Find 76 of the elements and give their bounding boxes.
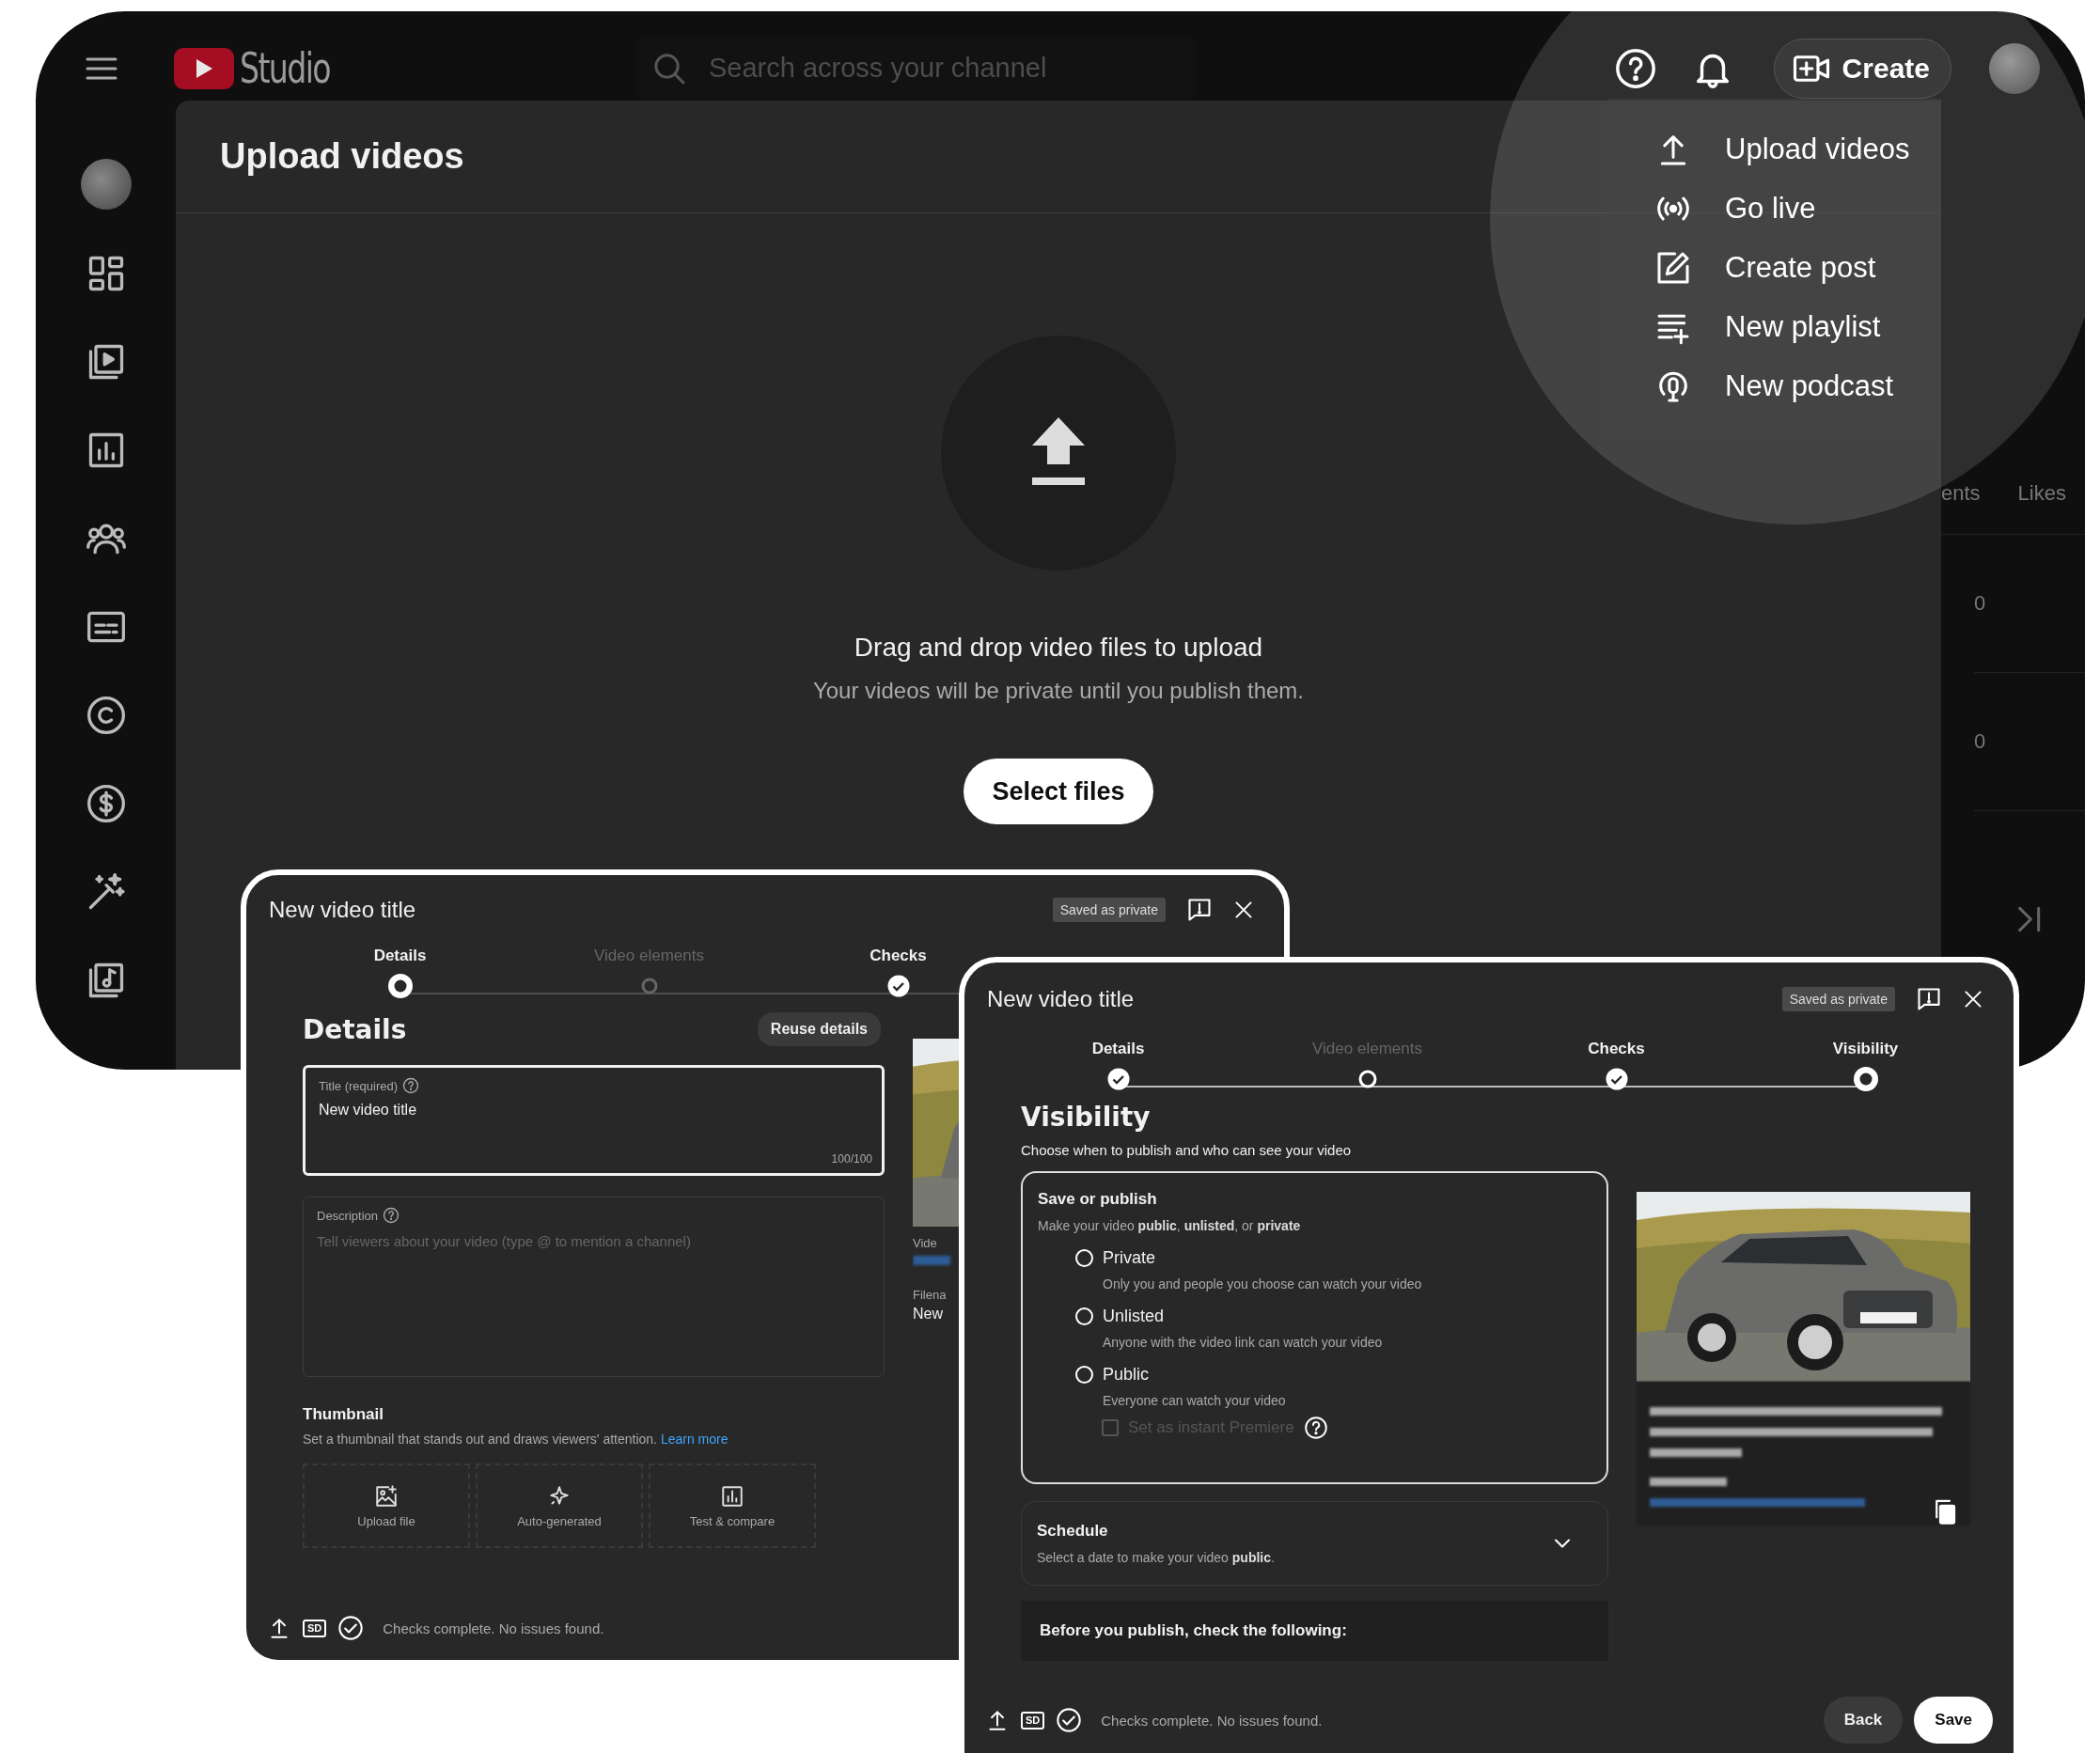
sd-quality-badge: SD bbox=[303, 1619, 327, 1637]
column-header: ents bbox=[1941, 481, 1981, 506]
status-chip: Saved as private bbox=[1781, 987, 1895, 1011]
status-chip: Saved as private bbox=[1052, 898, 1166, 922]
section-heading: Visibility bbox=[1021, 1102, 1152, 1133]
card-title: Schedule bbox=[1037, 1522, 1109, 1541]
status-text: Checks complete. No issues found. bbox=[1101, 1712, 1323, 1729]
radio-button[interactable] bbox=[1075, 1366, 1093, 1384]
feedback-icon[interactable] bbox=[1186, 897, 1213, 923]
step-label[interactable]: Details bbox=[373, 947, 427, 967]
thumbnail-option[interactable]: Auto-generated bbox=[476, 1463, 643, 1548]
option-label: Public bbox=[1103, 1365, 1151, 1385]
table-cell: 0 bbox=[1974, 729, 1986, 753]
filename-text: New bbox=[913, 1306, 944, 1323]
table-cell: 0 bbox=[1974, 591, 1986, 615]
dialog-title: New video title bbox=[987, 986, 1136, 1012]
option-description: Anyone with the video link can watch your video bbox=[1103, 1335, 1383, 1350]
avatar[interactable] bbox=[1989, 42, 2040, 94]
menu-item[interactable]: Upload videos bbox=[1607, 119, 1941, 179]
card-hint: Select a date to make your video public. bbox=[1037, 1550, 1275, 1565]
select-files-button[interactable]: Select files bbox=[964, 759, 1153, 824]
section-heading: Details bbox=[303, 1013, 407, 1045]
chart-icon bbox=[720, 1483, 744, 1509]
option-description: Only you and people you choose can watch your video bbox=[1103, 1276, 1422, 1291]
status-text: Checks complete. No issues found. bbox=[383, 1620, 604, 1636]
reuse-details-button[interactable]: Reuse details bbox=[757, 1012, 881, 1046]
field-label: Filena bbox=[913, 1288, 948, 1302]
schedule-card[interactable]: Schedule Select a date to make your video public. bbox=[1021, 1501, 1608, 1586]
back-button[interactable]: Back bbox=[1823, 1697, 1904, 1744]
privacy-note: Your videos will be private until you publish them. bbox=[812, 678, 1305, 704]
help-icon bbox=[402, 1077, 420, 1094]
feedback-icon[interactable] bbox=[1916, 986, 1942, 1012]
drop-prompt: Drag and drop video files to upload bbox=[854, 633, 1263, 663]
copyright-icon[interactable] bbox=[85, 695, 127, 736]
thumbnail-option[interactable]: Upload file bbox=[303, 1463, 470, 1548]
step-label[interactable]: Visibility bbox=[1832, 1040, 1899, 1060]
panel-title: Upload videos bbox=[220, 136, 464, 177]
radio-button[interactable] bbox=[1075, 1249, 1093, 1267]
description-field[interactable]: Description Tell viewers about your video (type @ to mention a channel) bbox=[303, 1197, 885, 1377]
section-subtitle: Choose when to publish and who can see your video bbox=[1021, 1142, 1353, 1158]
step-label[interactable]: Details bbox=[1091, 1040, 1145, 1060]
card-title: Save or publish bbox=[1038, 1190, 1158, 1209]
menu-item[interactable]: Go live bbox=[1607, 179, 1941, 238]
step-label[interactable]: Checks bbox=[1588, 1040, 1645, 1060]
card-hint: Make your video public, unlisted, or private bbox=[1038, 1218, 1302, 1233]
menu-item[interactable]: New podcast bbox=[1607, 356, 1941, 415]
logo-text: Studio bbox=[240, 43, 330, 93]
dialog-title: New video title bbox=[269, 897, 417, 923]
check-circle-icon bbox=[1056, 1707, 1083, 1733]
save-button[interactable]: Save bbox=[1914, 1697, 1993, 1744]
monetization-icon[interactable] bbox=[85, 783, 127, 824]
sd-quality-badge: SD bbox=[1021, 1711, 1045, 1730]
column-header: Likes bbox=[2017, 481, 2066, 506]
check-circle-icon bbox=[337, 1615, 365, 1641]
channel-avatar[interactable] bbox=[80, 159, 132, 210]
field-label: Vide bbox=[913, 1236, 938, 1250]
add-image-icon bbox=[374, 1483, 399, 1509]
step-label[interactable]: Checks bbox=[870, 947, 927, 967]
thumbnail-option[interactable]: Test & compare bbox=[649, 1463, 816, 1548]
help-icon bbox=[383, 1207, 400, 1224]
menu-item[interactable]: New playlist bbox=[1607, 297, 1941, 356]
help-icon bbox=[1303, 1416, 1328, 1440]
blurred-link-drawing bbox=[913, 1256, 950, 1265]
thumbnail-hint: Set a thumbnail that stands out and draws viewers' attention. bbox=[303, 1432, 657, 1447]
radio-button[interactable] bbox=[1075, 1307, 1093, 1325]
title-field[interactable]: Title (required) New video title 100/100 bbox=[303, 1065, 885, 1176]
menu-item[interactable]: Create post bbox=[1607, 238, 1941, 297]
option-label: Unlisted bbox=[1103, 1307, 1166, 1326]
play-logo-icon bbox=[174, 47, 234, 89]
learn-more-link[interactable]: Learn more bbox=[660, 1432, 729, 1447]
thumbnail-heading: Thumbnail bbox=[303, 1405, 384, 1424]
create-button[interactable]: Create bbox=[1773, 38, 1951, 99]
checklist-title: Before you publish, check the following: bbox=[1040, 1621, 1347, 1640]
option-description: Everyone can watch your video bbox=[1103, 1393, 1286, 1408]
help-icon[interactable] bbox=[1613, 46, 1657, 90]
option-label: Private bbox=[1103, 1248, 1157, 1268]
